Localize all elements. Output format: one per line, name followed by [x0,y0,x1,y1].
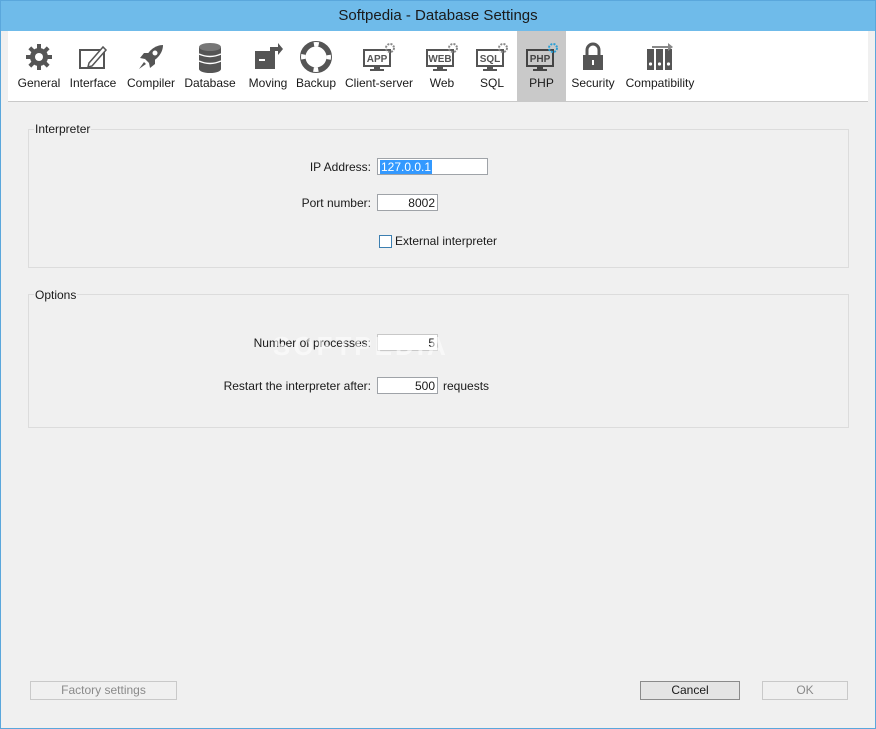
move-box-icon [255,43,283,69]
tab-label: General [17,76,61,90]
app-gear-icon: APP [363,43,395,71]
gear-icon [26,44,52,70]
cancel-button[interactable]: Cancel [640,681,740,700]
tab-compiler[interactable]: Compiler [124,31,178,101]
processes-label: Number of processes: [253,336,371,350]
options-group [28,294,849,428]
tab-compatibility[interactable]: Compatibility [622,31,698,101]
ip-address-value: 127.0.0.1 [380,160,433,174]
tab-client-server[interactable]: APP Client-server [344,31,414,101]
php-gear-icon: PHP [525,43,558,71]
processes-input[interactable]: 5 [377,334,438,351]
tab-php[interactable]: PHP PHP [517,31,566,101]
rocket-icon [139,45,163,69]
lifebuoy-icon [300,41,332,73]
binders-icon [647,43,673,70]
settings-content: Interpreter IP Address: 127.0.0.1 Port n… [8,102,868,720]
window-title: Softpedia - Database Settings [1,1,875,31]
tab-label: Compiler [126,76,175,90]
tab-label: Backup [295,76,337,90]
tab-security[interactable]: Security [568,31,618,101]
lock-icon [583,42,603,70]
interpreter-group-title: Interpreter [34,122,92,136]
tab-label: PHP [529,76,554,90]
restart-after-input[interactable]: 500 [377,377,438,394]
svg-text:SQL: SQL [480,54,501,65]
tab-general[interactable]: General [14,31,64,101]
tab-label: Security [571,76,615,90]
svg-text:WEB: WEB [428,54,451,65]
tab-label: SQL [479,76,504,90]
database-icon [198,43,222,73]
ip-address-input[interactable]: 127.0.0.1 [377,158,488,175]
sql-gear-icon: SQL [476,43,508,71]
restart-unit-label: requests [443,379,490,393]
tab-moving[interactable]: Moving [242,31,294,101]
port-number-input[interactable]: 8002 [377,194,438,211]
tab-label: Client-server [344,76,413,90]
options-group-title: Options [34,288,78,302]
tab-label: Interface [69,76,117,90]
tab-sql[interactable]: SQL SQL [470,31,514,101]
pencil-window-icon [79,45,108,69]
tab-backup[interactable]: Backup [295,31,337,101]
external-interpreter-checkbox[interactable] [379,235,392,248]
restart-after-label: Restart the interpreter after: [223,379,371,393]
web-gear-icon: WEB [426,43,458,71]
settings-toolbar: General Interface Compiler Database Movi… [8,31,868,102]
ip-address-label: IP Address: [309,160,371,174]
tab-interface[interactable]: Interface [68,31,118,101]
tab-label: Web [429,76,455,90]
external-interpreter-label: External interpreter [395,234,498,248]
tab-label: Database [184,76,236,90]
svg-text:APP: APP [367,54,388,65]
tab-web[interactable]: WEB Web [420,31,464,101]
factory-settings-button[interactable]: Factory settings [30,681,177,700]
port-number-label: Port number: [301,196,371,210]
settings-window: Softpedia - Database Settings General In… [0,0,876,729]
svg-text:PHP: PHP [529,54,550,65]
tab-label: Moving [248,76,288,90]
tab-label: Compatibility [625,76,695,90]
tab-database[interactable]: Database [183,31,237,101]
ok-button[interactable]: OK [762,681,848,700]
